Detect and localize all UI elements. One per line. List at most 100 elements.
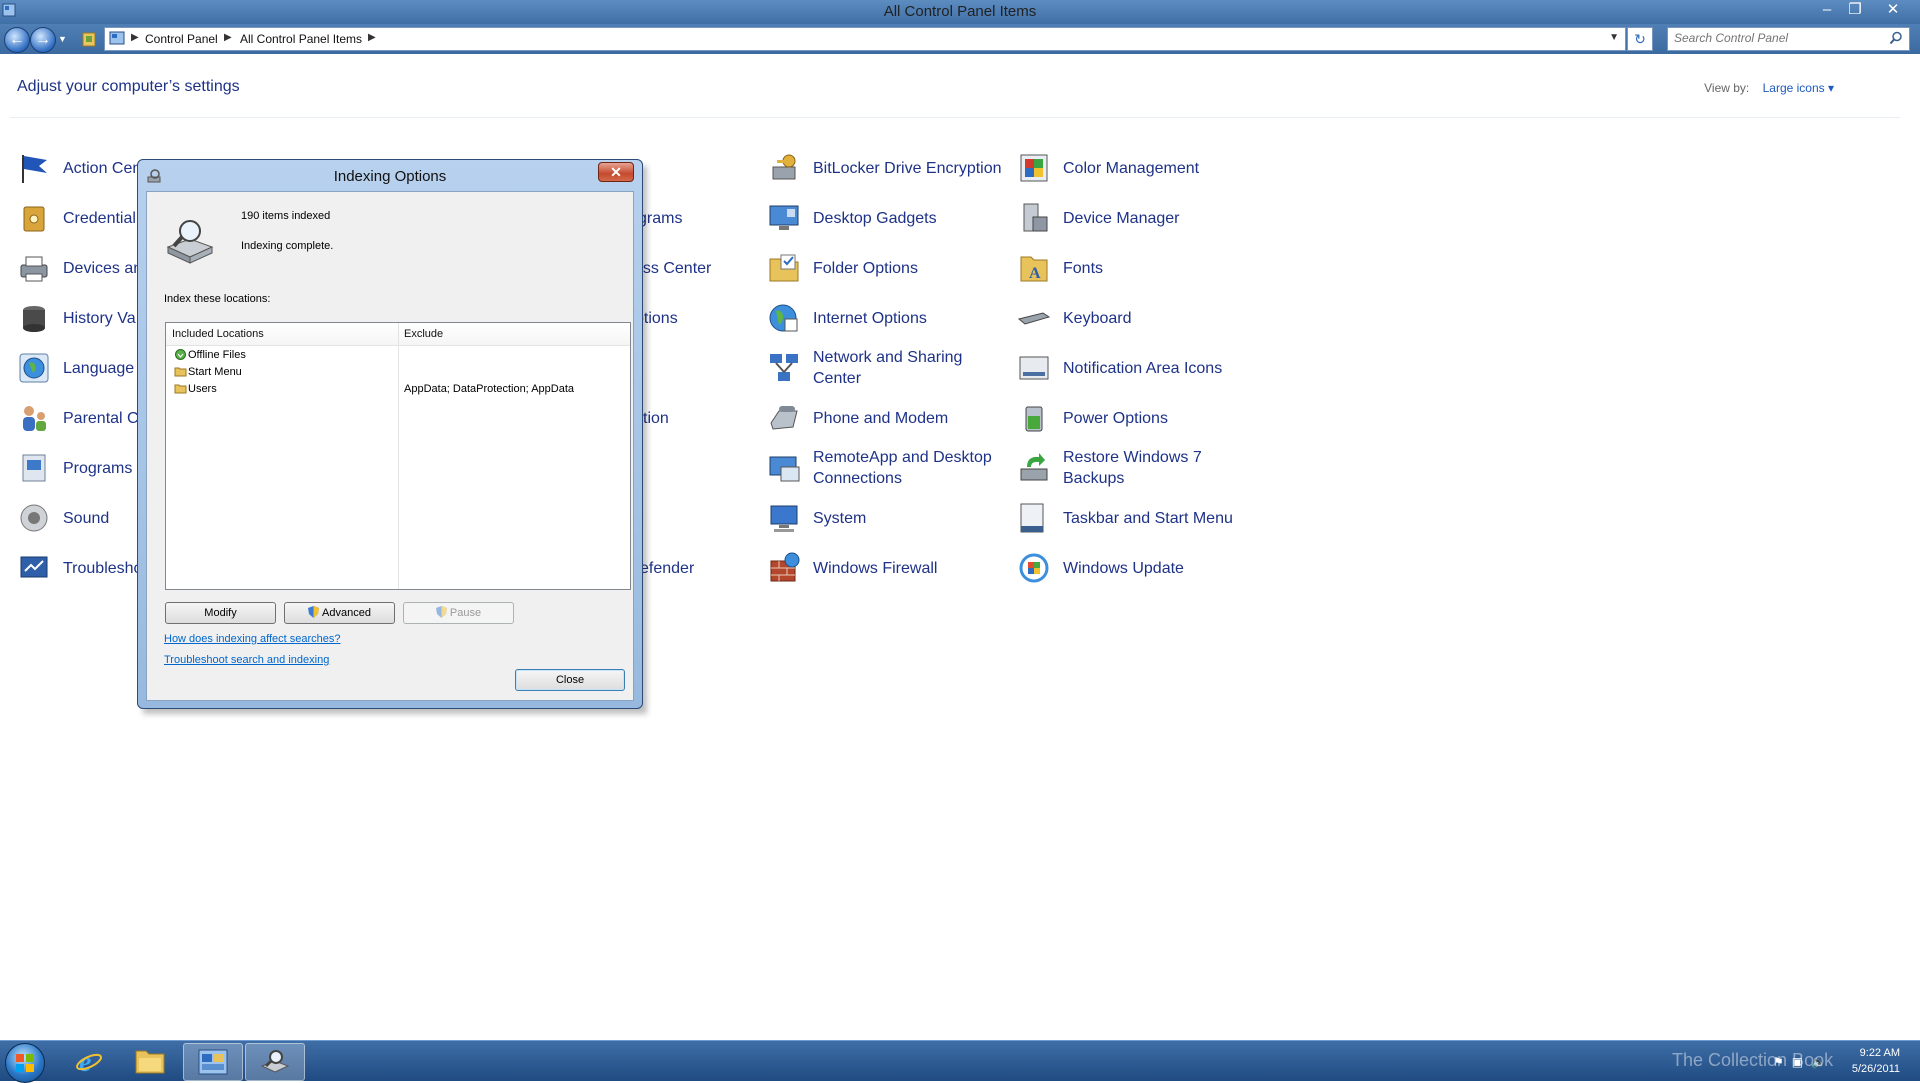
search-input[interactable]: [1668, 28, 1880, 48]
internet-explorer-icon: e: [76, 1047, 102, 1075]
item-label: Credential: [63, 209, 136, 227]
remote-desktop-icon: [769, 456, 800, 482]
taskbar-indexing-options[interactable]: [245, 1043, 305, 1081]
item-windows-update[interactable]: Windows Update: [1017, 548, 1184, 588]
search-box[interactable]: [1667, 27, 1910, 51]
start-button[interactable]: [5, 1043, 45, 1083]
chevron-right-icon[interactable]: ▶: [368, 32, 376, 43]
item-sound[interactable]: Sound: [17, 498, 109, 538]
column-header-included[interactable]: Included Locations: [172, 328, 264, 340]
navigation-bar: ← → ▼ ▶ Control Panel ▶ All Control Pane…: [0, 24, 1920, 54]
item-parental-controls[interactable]: Parental Co: [17, 398, 148, 438]
item-desktop-gadgets[interactable]: Desktop Gadgets: [767, 198, 937, 238]
breadcrumb-all-items[interactable]: All Control Panel Items: [240, 32, 362, 46]
item-restore-backups[interactable]: Restore Windows 7 Backups: [1017, 448, 1253, 488]
item-windows-firewall[interactable]: Windows Firewall: [767, 548, 937, 588]
view-by-dropdown[interactable]: Large icons ▾: [1763, 81, 1834, 95]
chevron-right-icon[interactable]: ▶: [224, 32, 232, 43]
item-credential-manager[interactable]: Credential: [17, 198, 136, 238]
printer-icon: [20, 256, 48, 282]
pause-label: Pause: [449, 607, 482, 619]
page-heading: Adjust your computer’s settings: [17, 78, 240, 95]
taskbar-internet-explorer[interactable]: e: [60, 1043, 118, 1079]
recent-pages-dropdown[interactable]: ▼: [58, 34, 67, 44]
taskbar-control-panel[interactable]: [183, 1043, 243, 1081]
up-folder-icon[interactable]: [82, 31, 96, 47]
forward-button[interactable]: →: [30, 27, 56, 53]
folder-icon: [174, 367, 187, 377]
item-keyboard[interactable]: Keyboard: [1017, 298, 1132, 338]
pause-button: Pause: [403, 602, 514, 624]
item-label: Restore Windows 7 Backups: [1063, 449, 1202, 487]
uac-shield-icon: [435, 606, 447, 618]
item-programs-features[interactable]: Programs a: [17, 448, 146, 488]
phone-icon: [770, 406, 798, 430]
color-management-icon: [1020, 154, 1048, 182]
item-label: Color Management: [1063, 159, 1200, 177]
list-item[interactable]: Offline Files: [166, 347, 630, 364]
item-label: Fonts: [1063, 259, 1104, 277]
indexing-status: Indexing complete.: [241, 240, 334, 252]
item-language[interactable]: Language: [17, 348, 134, 388]
item-label: Notification Area Icons: [1063, 359, 1223, 377]
item-system[interactable]: System: [767, 498, 866, 538]
indexing-drive-icon: [166, 220, 214, 264]
locations-list[interactable]: Included Locations Exclude Offline Files…: [165, 322, 631, 590]
programs-icon: [22, 454, 46, 482]
item-folder-options[interactable]: Folder Options: [767, 248, 918, 288]
taskbar-windows-explorer[interactable]: [121, 1043, 179, 1079]
item-history-vault[interactable]: History Va: [17, 298, 136, 338]
troubleshoot-link[interactable]: Troubleshoot search and indexing: [164, 654, 329, 666]
search-icon[interactable]: [1889, 31, 1903, 45]
modify-button[interactable]: Modify: [165, 602, 276, 624]
item-label: BitLocker Drive Encryption: [813, 159, 1002, 177]
list-item[interactable]: Users AppData; DataProtection; AppData: [166, 381, 630, 398]
list-item[interactable]: Start Menu: [166, 364, 630, 381]
refresh-button[interactable]: ↻: [1627, 27, 1653, 51]
item-troubleshooting[interactable]: Troublesho: [17, 548, 142, 588]
item-label: Network and Sharing Center: [813, 349, 963, 387]
location-name: Users: [188, 383, 217, 395]
item-network-sharing[interactable]: Network and Sharing Center: [767, 348, 1003, 388]
item-phone-modem[interactable]: Phone and Modem: [767, 398, 948, 438]
fonts-folder-icon: A: [1020, 256, 1048, 282]
view-by-label: View by:: [1704, 81, 1750, 95]
header-divider: [10, 117, 1900, 118]
item-bitlocker[interactable]: BitLocker Drive Encryption: [767, 148, 1002, 188]
title-bar: All Control Panel Items – ❐ ✕: [0, 0, 1920, 24]
internet-globe-icon: [769, 304, 798, 332]
item-remoteapp[interactable]: RemoteApp and Desktop Connections: [767, 448, 1003, 488]
family-icon: [23, 406, 46, 431]
item-windows-defender[interactable]: efender: [640, 558, 694, 578]
close-button[interactable]: Close: [515, 669, 625, 691]
column-header-exclude[interactable]: Exclude: [404, 328, 443, 340]
restore-button[interactable]: ❐: [1841, 0, 1869, 20]
minimize-button[interactable]: –: [1813, 0, 1841, 20]
address-bar[interactable]: ▶ Control Panel ▶ All Control Panel Item…: [104, 27, 1626, 51]
flag-icon: [22, 155, 47, 183]
item-fonts[interactable]: A Fonts: [1017, 248, 1103, 288]
item-power-options[interactable]: Power Options: [1017, 398, 1168, 438]
item-label: Programs a: [63, 459, 146, 477]
windows-update-icon: [1019, 553, 1049, 583]
bitlocker-key-icon: [772, 154, 796, 180]
item-taskbar-start-menu[interactable]: Taskbar and Start Menu: [1017, 498, 1233, 538]
help-indexing-link[interactable]: How does indexing affect searches?: [164, 633, 341, 645]
svg-text:A: A: [1029, 265, 1041, 282]
item-action-center[interactable]: Action Cen: [17, 148, 141, 188]
breadcrumb-control-panel[interactable]: Control Panel: [145, 32, 218, 46]
back-button[interactable]: ←: [4, 27, 30, 53]
item-label: System: [813, 509, 867, 527]
chevron-right-icon[interactable]: ▶: [131, 32, 139, 43]
item-internet-options[interactable]: Internet Options: [767, 298, 927, 338]
firewall-icon: [770, 552, 800, 582]
dialog-close-x-button[interactable]: ✕: [598, 162, 634, 182]
advanced-label: Advanced: [322, 607, 371, 619]
item-notification-area-icons[interactable]: Notification Area Icons: [1017, 348, 1222, 388]
item-color-management[interactable]: Color Management: [1017, 148, 1199, 188]
item-device-manager[interactable]: Device Manager: [1017, 198, 1180, 238]
close-window-button[interactable]: ✕: [1879, 0, 1907, 20]
chevron-down-icon[interactable]: ▼: [1609, 32, 1619, 43]
advanced-button[interactable]: Advanced: [284, 602, 395, 624]
item-devices-printers[interactable]: Devices an: [17, 248, 142, 288]
